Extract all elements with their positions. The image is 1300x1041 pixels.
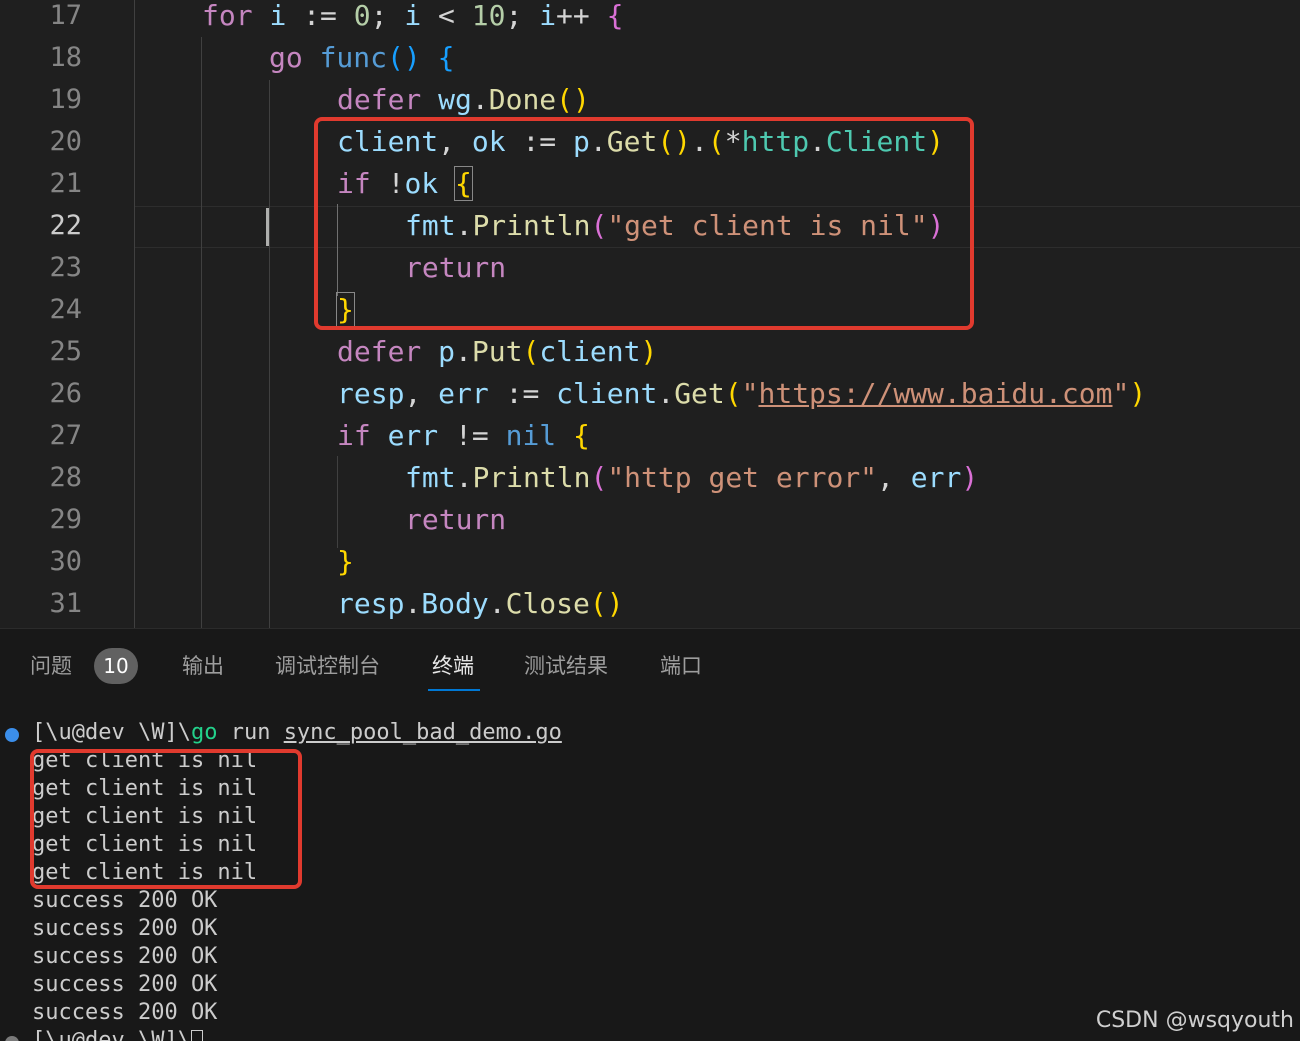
line-number: 18 (49, 42, 82, 73)
code-text: } (337, 545, 354, 578)
panel-tabs: 问题 10 输出 调试控制台 终端 测试结果 端口 (0, 629, 1300, 695)
code-text: if err != nil { (337, 419, 590, 452)
tab-problems[interactable]: 问题 (30, 649, 72, 683)
code-line-17[interactable]: 17 for i := 0; i < 10; i++ { (0, 0, 1300, 37)
tab-ports[interactable]: 端口 (660, 649, 702, 683)
line-number: 31 (49, 588, 82, 619)
code-line-27[interactable]: 27 if err != nil { (0, 415, 1300, 457)
terminal-output-line: success 200 OK (32, 972, 218, 997)
code-line-28[interactable]: 28 fmt.Println("http get error", err) (0, 457, 1300, 499)
tab-test-results[interactable]: 测试结果 (524, 649, 608, 683)
watermark: CSDN @wsqyouth (1095, 1008, 1294, 1033)
bottom-panel: 问题 10 输出 调试控制台 终端 测试结果 端口 [\u@dev \W]\go… (0, 628, 1300, 1041)
prompt-status-dot[interactable] (5, 1036, 19, 1041)
tab-output[interactable]: 输出 (182, 649, 224, 683)
code-line-25[interactable]: 25 defer p.Put(client) (0, 331, 1300, 373)
code-text: resp, err := client.Get("https://www.bai… (337, 377, 1147, 410)
code-text: defer p.Put(client) (337, 335, 658, 368)
code-line-18[interactable]: 18 go func() { (0, 37, 1300, 79)
code-text: for i := 0; i < 10; i++ { (202, 0, 624, 32)
terminal-command-line: [\u@dev \W]\go run sync_pool_bad_demo.go (32, 720, 562, 745)
line-number: 21 (49, 168, 82, 199)
code-line-30[interactable]: 30 } (0, 541, 1300, 583)
url-link[interactable]: https://www.baidu.com (758, 377, 1112, 410)
tab-debug-console[interactable]: 调试控制台 (275, 649, 380, 683)
code-text: return (405, 503, 507, 536)
terminal-output-line: success 200 OK (32, 1000, 218, 1025)
tab-terminal[interactable]: 终端 (432, 649, 474, 683)
line-number: 30 (49, 546, 82, 577)
line-number: 27 (49, 420, 82, 451)
code-text: resp.Body.Close() (337, 587, 624, 620)
code-line-31[interactable]: 31 resp.Body.Close() (0, 583, 1300, 625)
line-number: 29 (49, 504, 82, 535)
terminal-output-line: success 200 OK (32, 916, 218, 941)
code-editor[interactable]: 17 for i := 0; i < 10; i++ { 18 go func(… (0, 0, 1300, 628)
command-status-dot[interactable] (5, 728, 19, 742)
code-text: defer wg.Done() (337, 83, 590, 116)
problems-count-badge: 10 (94, 648, 138, 684)
code-text: go func() { (269, 41, 455, 74)
code-line-19[interactable]: 19 defer wg.Done() (0, 79, 1300, 121)
terminal-output-line: success 200 OK (32, 944, 218, 969)
active-tab-indicator (428, 689, 480, 691)
code-line-29[interactable]: 29 return (0, 499, 1300, 541)
line-number: 20 (49, 126, 82, 157)
terminal-output-line: success 200 OK (32, 888, 218, 913)
highlight-box-code (314, 117, 974, 330)
text-cursor (266, 208, 269, 246)
line-number: 19 (49, 84, 82, 115)
code-line-26[interactable]: 26 resp, err := client.Get("https://www.… (0, 373, 1300, 415)
terminal-cursor (190, 1030, 203, 1041)
line-number: 25 (49, 336, 82, 367)
line-number: 22 (49, 210, 82, 241)
file-link[interactable]: sync_pool_bad_demo.go (284, 720, 562, 745)
code-text: fmt.Println("http get error", err) (405, 461, 979, 494)
line-number: 28 (49, 462, 82, 493)
highlight-box-terminal (30, 749, 302, 889)
line-number: 24 (49, 294, 82, 325)
line-number: 26 (49, 378, 82, 409)
line-number: 23 (49, 252, 82, 283)
terminal-prompt-line: [\u@dev \W]\ (32, 1027, 203, 1041)
line-number: 17 (49, 0, 82, 31)
